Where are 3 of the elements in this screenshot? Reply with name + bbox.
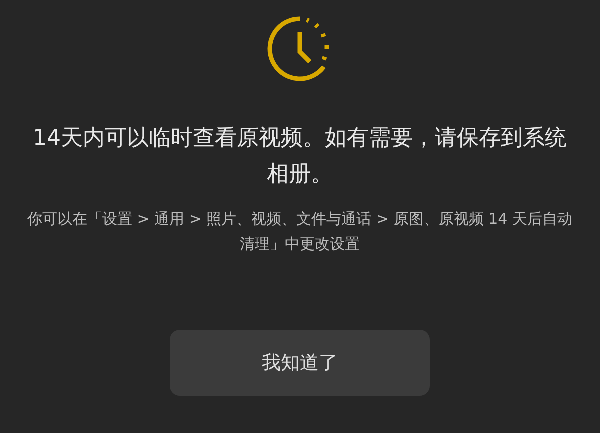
ok-button[interactable]: 我知道了 — [170, 330, 430, 396]
notice-title: 14天内可以临时查看原视频。如有需要，请保存到系统相册。 — [32, 125, 568, 189]
settings-hint: 你可以在「设置 > 通用 > 照片、视频、文件与通话 > 原图、原视频 14 天后自动清理」中更改设置 — [26, 209, 574, 255]
